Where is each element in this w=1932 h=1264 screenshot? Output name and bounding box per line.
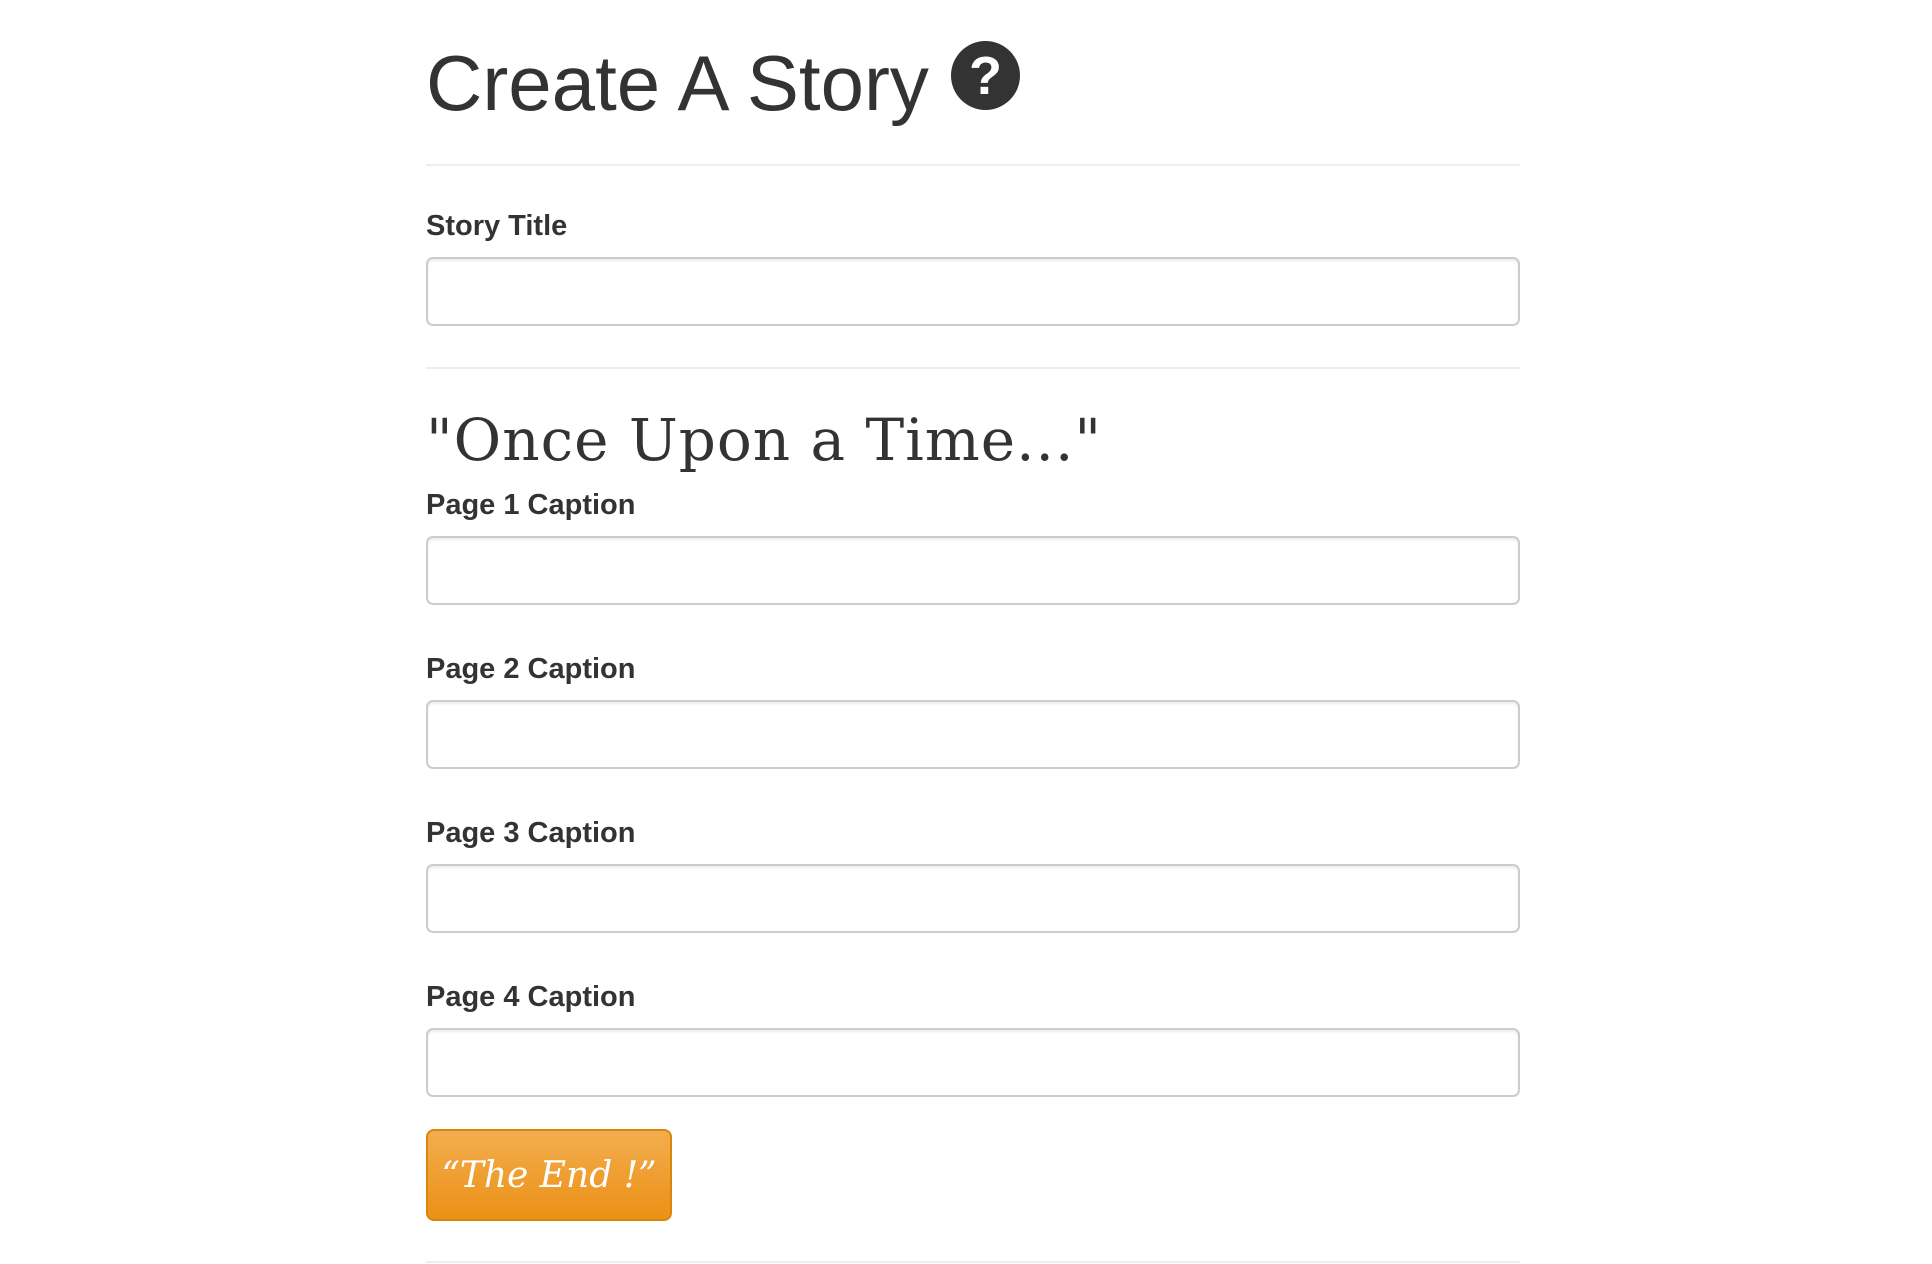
caption-group-1: Page 1 Caption — [426, 488, 1520, 605]
header-divider — [426, 164, 1520, 166]
story-title-label: Story Title — [426, 210, 568, 242]
create-story-form: Create A Story ? Story Title "Once Upon … — [426, 0, 1520, 1263]
page-title-text: Create A Story — [426, 39, 929, 127]
page-1-caption-input[interactable] — [426, 536, 1520, 605]
footer-divider — [426, 1261, 1520, 1263]
page-title: Create A Story ? — [426, 0, 1520, 127]
page-4-caption-label: Page 4 Caption — [426, 981, 636, 1013]
page-2-caption-input[interactable] — [426, 700, 1520, 769]
page-3-caption-label: Page 3 Caption — [426, 817, 636, 849]
section-heading: "Once Upon a Time..." — [426, 406, 1103, 474]
caption-group-2: Page 2 Caption — [426, 652, 1520, 769]
page-4-caption-input[interactable] — [426, 1028, 1520, 1097]
the-end-button[interactable]: “The End !” — [426, 1129, 672, 1221]
page-1-caption-label: Page 1 Caption — [426, 489, 636, 521]
caption-group-4: Page 4 Caption — [426, 980, 1520, 1097]
page-2-caption-label: Page 2 Caption — [426, 653, 636, 685]
page-3-caption-input[interactable] — [426, 864, 1520, 933]
caption-group-3: Page 3 Caption — [426, 816, 1520, 933]
section-divider — [426, 367, 1520, 369]
question-circle-icon[interactable]: ? — [950, 41, 1020, 110]
story-title-input[interactable] — [426, 257, 1520, 326]
